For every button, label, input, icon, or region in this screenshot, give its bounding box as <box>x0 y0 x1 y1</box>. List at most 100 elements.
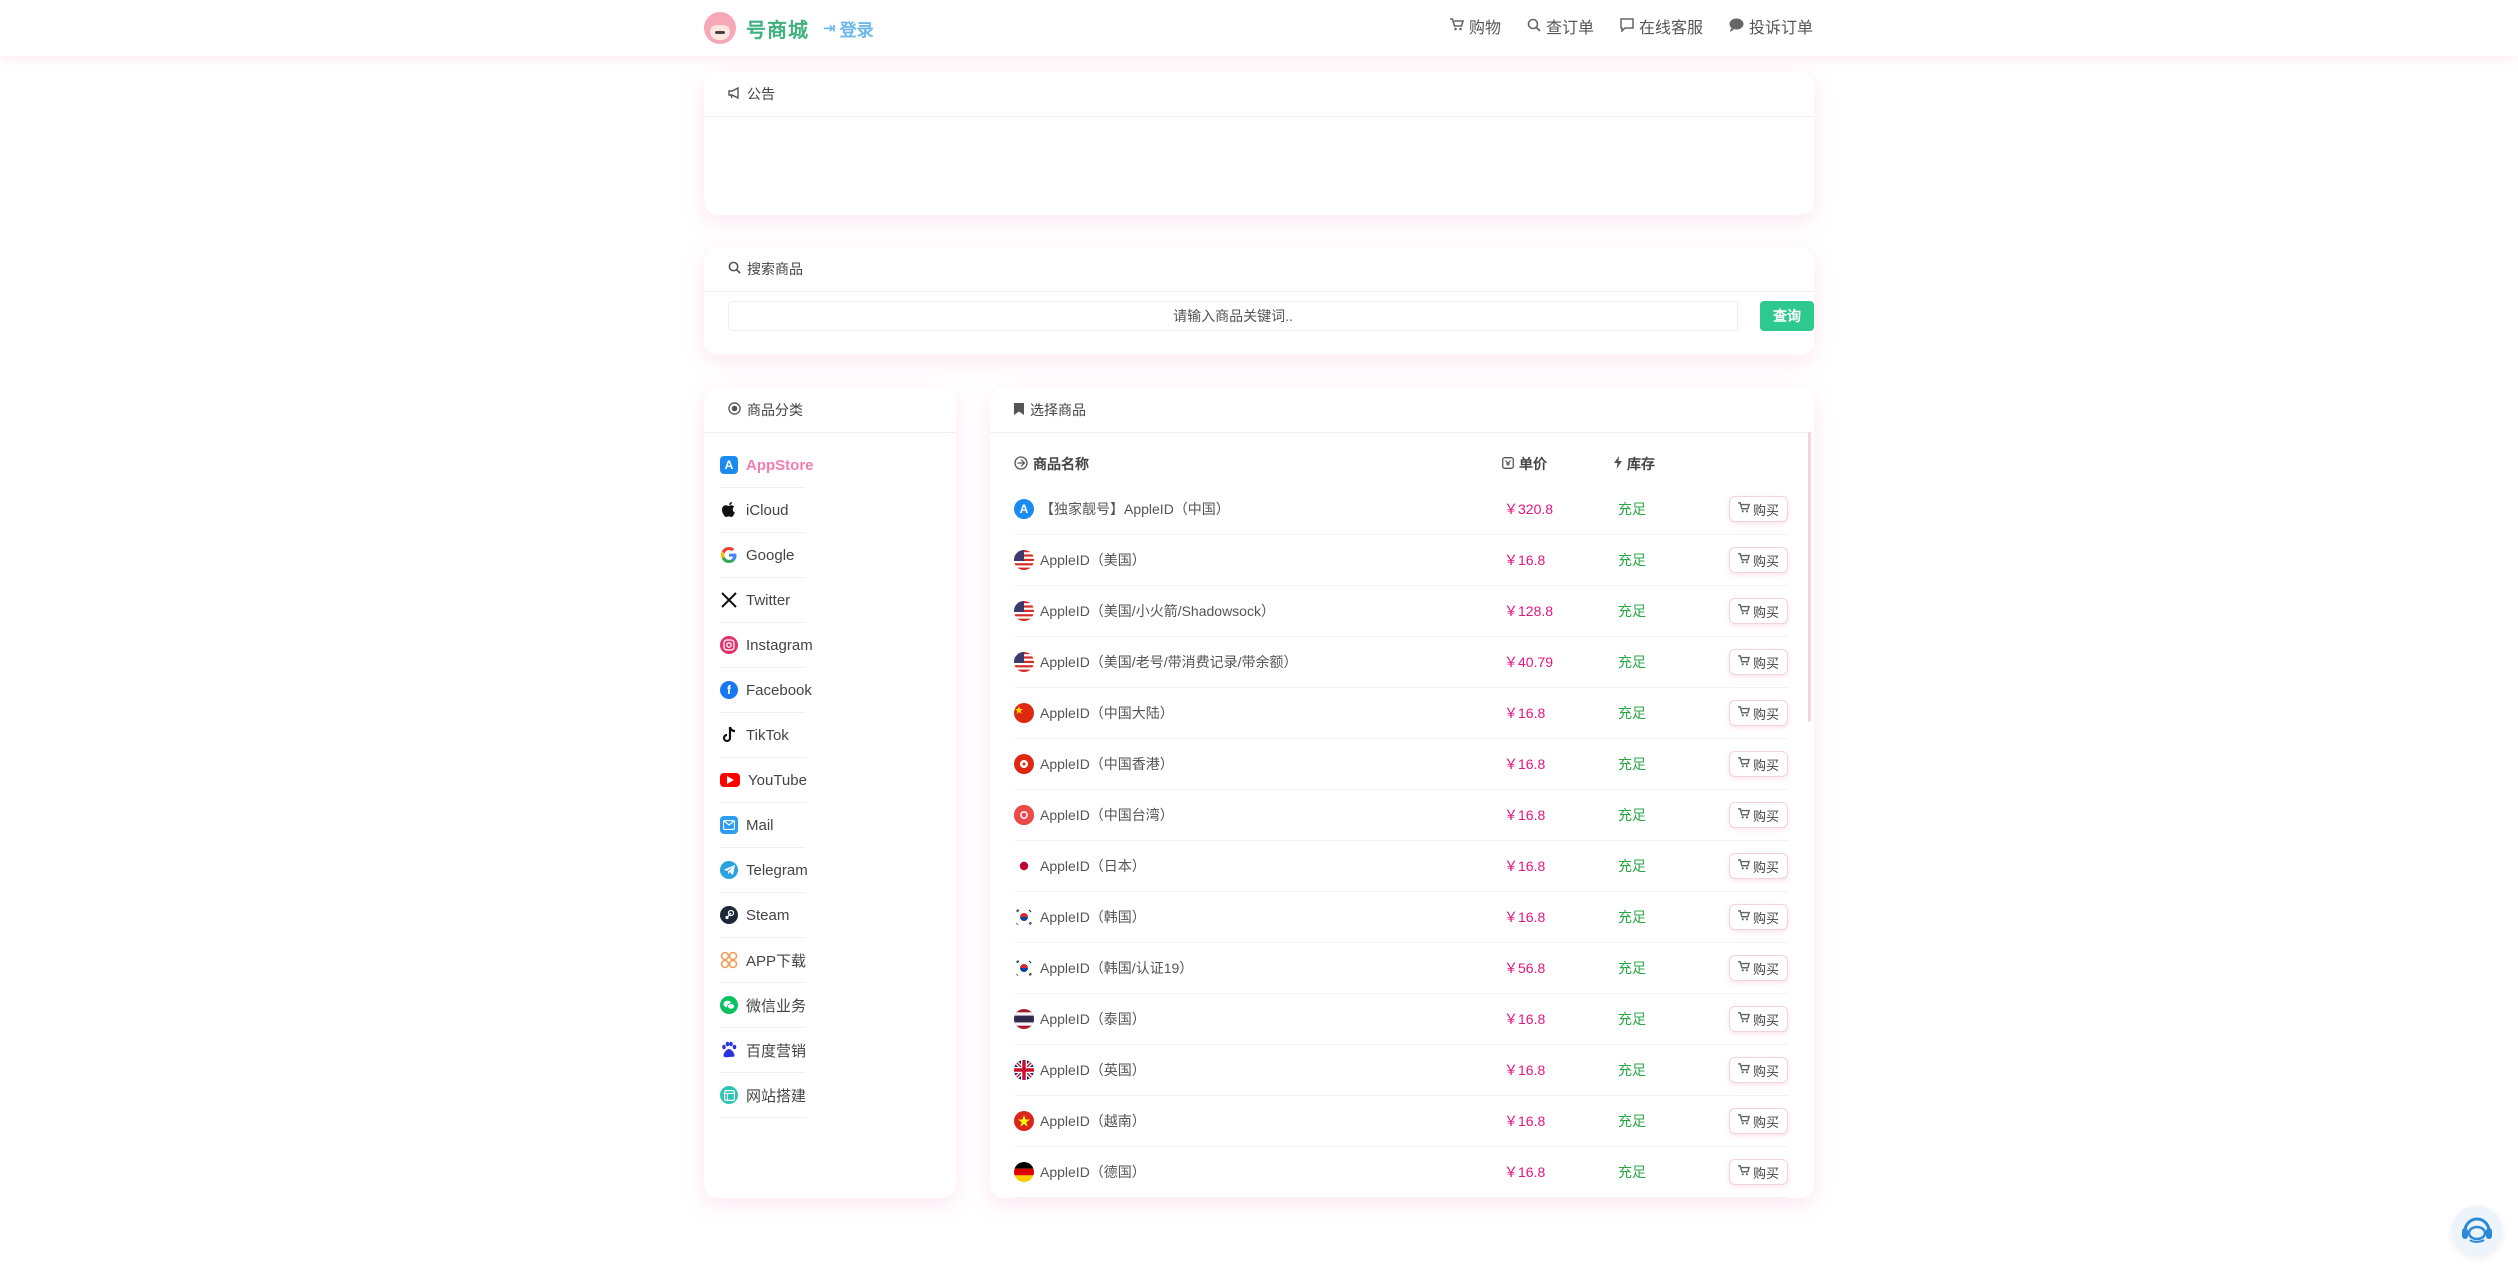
buy-button[interactable]: 购买 <box>1728 547 1788 573</box>
product-stock: 充足 <box>1618 960 1646 976</box>
product-scrollbar[interactable] <box>1808 432 1811 722</box>
category-telegram[interactable]: Telegram <box>720 848 912 893</box>
category-label: Twitter <box>746 591 791 609</box>
table-row[interactable]: AppleID（日本） ￥16.8 充足 购买 <box>1014 841 1788 892</box>
sign-in-icon: ⇥ <box>823 20 836 37</box>
flag-gb-icon <box>1014 1060 1034 1080</box>
product-stock: 充足 <box>1618 654 1646 670</box>
category-baidu[interactable]: 百度营销 <box>720 1028 912 1073</box>
table-row[interactable]: AppleID（泰国） ￥16.8 充足 购买 <box>1014 994 1788 1045</box>
product-rows: A 【独家靓号】AppleID（中国） ￥320.8 充足 购买 AppleID（美国） ￥… <box>1014 484 1788 1198</box>
buy-label: 购买 <box>1752 1063 1779 1079</box>
product-name-cell: AppleID（韩国/认证19） <box>1014 958 1502 978</box>
table-row[interactable]: AppleID（英国） ￥16.8 充足 购买 <box>1014 1045 1788 1096</box>
product-stock: 充足 <box>1618 807 1646 823</box>
cart-icon <box>1738 757 1751 771</box>
table-row[interactable]: AppleID（韩国/认证19） ￥56.8 充足 购买 <box>1014 943 1788 994</box>
category-google[interactable]: Google <box>720 533 912 578</box>
product-price: ￥16.8 <box>1504 1113 1546 1129</box>
logo-icon <box>704 12 736 44</box>
buy-button[interactable]: 购买 <box>1728 496 1788 522</box>
category-tiktok[interactable]: TikTok <box>720 713 912 758</box>
cart-icon <box>1449 18 1465 34</box>
product-name-cell: AppleID（中国香港） <box>1014 754 1502 774</box>
table-row[interactable]: AppleID（中国香港） ￥16.8 充足 购买 <box>1014 739 1788 790</box>
search-button[interactable]: 查询 <box>1760 301 1814 331</box>
category-facebook[interactable]: f Facebook <box>720 668 912 713</box>
category-title: 商品分类 <box>747 402 803 418</box>
table-row[interactable]: AppleID（中国台湾） ￥16.8 充足 购买 <box>1014 790 1788 841</box>
table-row[interactable]: AppleID（美国/老号/带消费记录/带余额） ￥40.79 充足 购买 <box>1014 637 1788 688</box>
buy-button[interactable]: 购买 <box>1728 904 1788 930</box>
flag-cn-icon <box>1014 703 1034 723</box>
product-header: 选择商品 <box>990 388 1814 433</box>
buy-button[interactable]: 购买 <box>1728 751 1788 777</box>
nav-query-order[interactable]: 查订单 <box>1527 14 1594 38</box>
category-website[interactable]: 网站搭建 <box>720 1073 912 1118</box>
buy-button[interactable]: 购买 <box>1728 598 1788 624</box>
cart-icon <box>1738 502 1751 516</box>
product-title: 选择商品 <box>1030 402 1086 418</box>
flag-de-icon <box>1014 1162 1034 1182</box>
search-card: 搜索商品 查询 <box>704 247 1814 355</box>
category-app-download[interactable]: APP下载 <box>720 938 912 983</box>
category-instagram[interactable]: Instagram <box>720 623 912 668</box>
product-name-cell: AppleID（美国） <box>1014 550 1502 570</box>
buy-button[interactable]: 购买 <box>1728 1108 1788 1134</box>
app-download-icon <box>720 951 738 969</box>
table-row[interactable]: AppleID（德国） ￥16.8 充足 购买 <box>1014 1147 1788 1198</box>
flag-jp-icon <box>1014 856 1034 876</box>
brand[interactable]: 号商城 ⇥ 登录 <box>704 12 874 44</box>
buy-button[interactable]: 购买 <box>1728 853 1788 879</box>
table-row[interactable]: A 【独家靓号】AppleID（中国） ￥320.8 充足 购买 <box>1014 484 1788 535</box>
table-row[interactable]: AppleID（美国） ￥16.8 充足 购买 <box>1014 535 1788 586</box>
category-wechat[interactable]: 微信业务 <box>720 983 912 1028</box>
buy-button[interactable]: 购买 <box>1728 955 1788 981</box>
product-action-cell: 购买 <box>1726 1159 1788 1185</box>
cart-icon <box>1738 553 1751 567</box>
category-youtube[interactable]: YouTube <box>720 758 912 803</box>
buy-button[interactable]: 购买 <box>1728 1057 1788 1083</box>
product-name-cell: AppleID（中国大陆） <box>1014 703 1502 723</box>
category-twitter[interactable]: Twitter <box>720 578 912 623</box>
nav-shopping[interactable]: 购物 <box>1449 14 1501 38</box>
table-row[interactable]: AppleID（韩国） ￥16.8 充足 购买 <box>1014 892 1788 943</box>
nav-complaint[interactable]: 投诉订单 <box>1729 14 1813 38</box>
column-stock: 库存 <box>1614 454 1726 474</box>
category-appstore[interactable]: A AppStore <box>720 443 912 488</box>
product-action-cell: 购买 <box>1726 649 1788 675</box>
buy-button[interactable]: 购买 <box>1728 1159 1788 1185</box>
buy-button[interactable]: 购买 <box>1728 1006 1788 1032</box>
customer-service-button[interactable] <box>2452 1206 2502 1256</box>
table-row[interactable]: AppleID（中国大陆） ￥16.8 充足 购买 <box>1014 688 1788 739</box>
cart-icon <box>1738 859 1751 873</box>
product-name: AppleID（中国香港） <box>1040 756 1174 772</box>
nav-online-service[interactable]: 在线客服 <box>1620 14 1703 38</box>
product-action-cell: 购买 <box>1726 955 1788 981</box>
login-link[interactable]: ⇥ 登录 <box>823 16 874 41</box>
category-steam[interactable]: Steam <box>720 893 912 938</box>
main-nav: 购物 查订单 在线客服 投诉订单 <box>1449 14 1813 38</box>
product-name-cell: AppleID（韩国） <box>1014 907 1502 927</box>
product-name-cell: AppleID（英国） <box>1014 1060 1502 1080</box>
product-name: AppleID（美国） <box>1040 552 1146 568</box>
flag-appstore-icon: A <box>1014 499 1034 519</box>
buy-button[interactable]: 购买 <box>1728 802 1788 828</box>
buy-label: 购买 <box>1752 1012 1779 1028</box>
category-mail[interactable]: Mail <box>720 803 912 848</box>
website-icon <box>720 1086 738 1104</box>
buy-button[interactable]: 购买 <box>1728 649 1788 675</box>
column-price: 单价 <box>1502 454 1614 474</box>
product-stock: 充足 <box>1618 603 1646 619</box>
buy-label: 购买 <box>1752 757 1779 773</box>
search-input[interactable] <box>728 301 1738 331</box>
buy-button[interactable]: 购买 <box>1728 700 1788 726</box>
category-label: APP下载 <box>746 952 807 970</box>
category-icloud[interactable]: iCloud <box>720 488 912 533</box>
buy-label: 购买 <box>1752 961 1779 977</box>
table-row[interactable]: AppleID（越南） ￥16.8 充足 购买 <box>1014 1096 1788 1147</box>
table-row[interactable]: AppleID（美国/小火箭/Shadowsock） ￥128.8 充足 购买 <box>1014 586 1788 637</box>
product-name: 【独家靓号】AppleID（中国） <box>1040 501 1230 517</box>
product-name-cell: AppleID（中国台湾） <box>1014 805 1502 825</box>
product-stock: 充足 <box>1618 552 1646 568</box>
